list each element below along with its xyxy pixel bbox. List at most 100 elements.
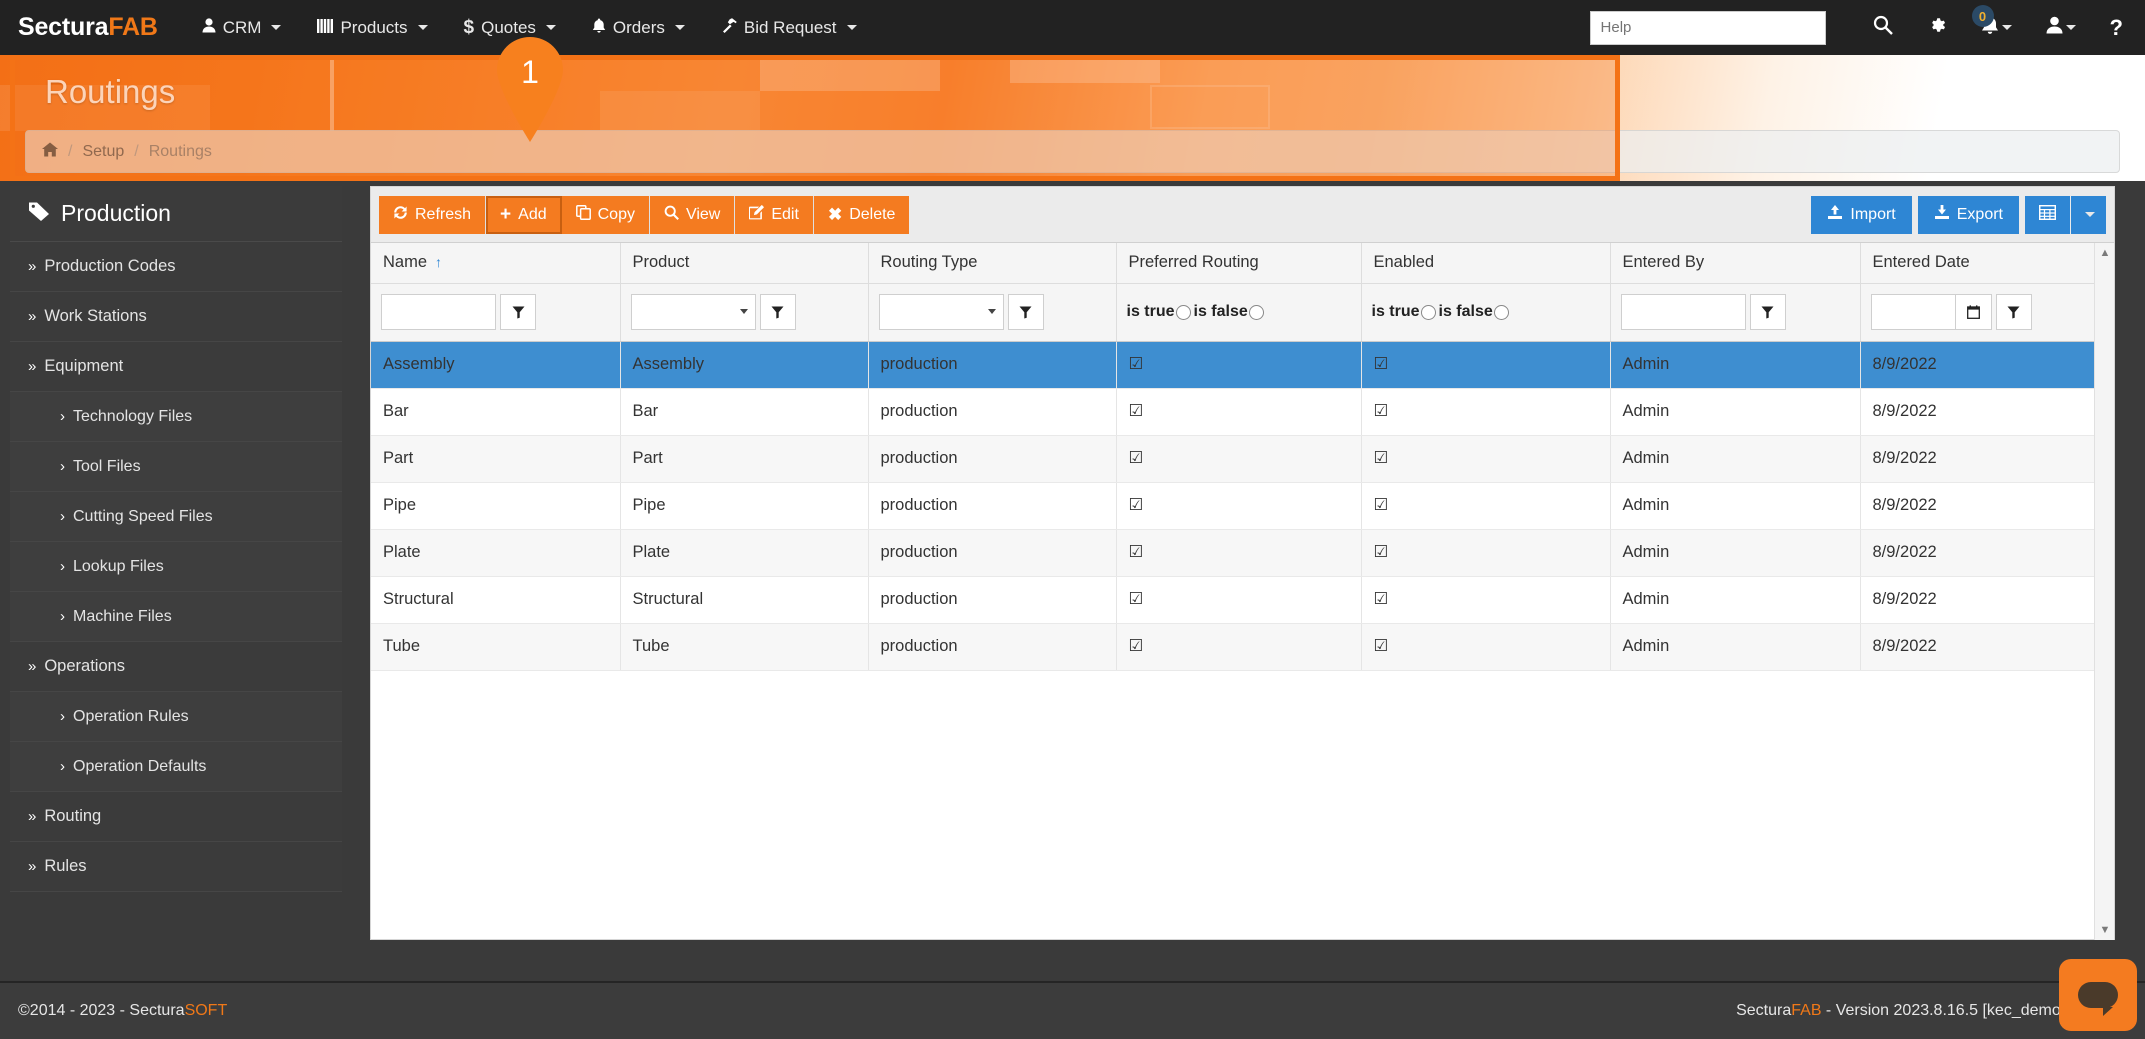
- cell-product: Part: [620, 435, 868, 482]
- sidebar-item-production-codes[interactable]: » Production Codes: [10, 242, 342, 292]
- column-header-product[interactable]: Product: [620, 243, 868, 283]
- copy-button-label: Copy: [598, 206, 635, 224]
- filter-true-label: is true: [1372, 303, 1420, 321]
- sidebar-item-machine-files[interactable]: › Machine Files: [10, 592, 342, 642]
- sidebar-item-technology-files[interactable]: › Technology Files: [10, 392, 342, 442]
- sidebar-item-lookup-files[interactable]: › Lookup Files: [10, 542, 342, 592]
- sidebar-item-operation-rules[interactable]: › Operation Rules: [10, 692, 342, 742]
- nav-menu-orders[interactable]: Orders: [574, 0, 703, 55]
- breadcrumb-item-setup[interactable]: Setup: [82, 143, 124, 161]
- filter-select-routing-type[interactable]: [879, 294, 1004, 330]
- scroll-up-arrow-icon[interactable]: ▲: [2095, 243, 2115, 263]
- table-row[interactable]: PartPartproduction☑☑Admin8/9/2022: [371, 435, 2096, 482]
- filter-menu-button-entered-date[interactable]: [1996, 294, 2032, 330]
- sidebar-item-equipment[interactable]: » Equipment: [10, 342, 342, 392]
- footer-version-prefix: Sectura: [1736, 1002, 1791, 1019]
- table-row[interactable]: TubeTubeproduction☑☑Admin8/9/2022: [371, 623, 2096, 670]
- chevron-double-right-icon: »: [28, 858, 36, 875]
- sidebar-item-operation-defaults[interactable]: › Operation Defaults: [10, 742, 342, 792]
- filter-select-product[interactable]: [631, 294, 756, 330]
- column-header-name[interactable]: Name↑: [371, 243, 620, 283]
- edit-pencil-icon: [749, 205, 764, 225]
- filter-input-entered-date[interactable]: [1871, 294, 1956, 330]
- sidebar-item-work-stations[interactable]: » Work Stations: [10, 292, 342, 342]
- scroll-down-arrow-icon[interactable]: ▼: [2095, 920, 2115, 940]
- table-row[interactable]: BarBarproduction☑☑Admin8/9/2022: [371, 388, 2096, 435]
- home-icon[interactable]: [42, 142, 58, 162]
- notifications-button[interactable]: 0: [1964, 0, 2029, 55]
- cell-routing-type: production: [868, 482, 1116, 529]
- cell-preferred-routing: ☑: [1116, 435, 1361, 482]
- sidebar-item-label: Work Stations: [44, 307, 146, 326]
- filter-menu-button-routing-type[interactable]: [1008, 294, 1044, 330]
- cell-preferred-routing: ☑: [1116, 388, 1361, 435]
- filter-radio-enabled-true[interactable]: [1421, 305, 1436, 320]
- sidebar-item-routing[interactable]: » Routing: [10, 792, 342, 842]
- export-button-label: Export: [1957, 206, 2003, 224]
- brand-logo[interactable]: SecturaFAB: [18, 13, 158, 42]
- view-button[interactable]: View: [650, 196, 735, 234]
- delete-button[interactable]: ✖ Delete: [814, 196, 910, 234]
- copy-button[interactable]: Copy: [562, 196, 650, 234]
- sidebar-item-rules[interactable]: » Rules: [10, 842, 342, 892]
- add-button[interactable]: + Add: [486, 196, 562, 234]
- nav-menu-crm[interactable]: CRM: [184, 0, 300, 55]
- grid-vertical-scrollbar[interactable]: ▲ ▼: [2094, 243, 2114, 940]
- filter-radio-preferred-true[interactable]: [1176, 305, 1191, 320]
- column-header-enabled[interactable]: Enabled: [1361, 243, 1610, 283]
- edit-button[interactable]: Edit: [735, 196, 814, 234]
- filter-menu-button-name[interactable]: [500, 294, 536, 330]
- calendar-picker-button[interactable]: [1956, 294, 1992, 330]
- nav-menu-bid-request[interactable]: Bid Request: [703, 0, 875, 55]
- column-header-entered-date[interactable]: Entered Date: [1860, 243, 2096, 283]
- cell-name: Bar: [371, 388, 620, 435]
- global-search-button[interactable]: [1856, 0, 1910, 55]
- sidebar-item-tool-files[interactable]: › Tool Files: [10, 442, 342, 492]
- sidebar-item-cutting-speed-files[interactable]: › Cutting Speed Files: [10, 492, 342, 542]
- filter-cell-routing-type: [868, 283, 1116, 341]
- settings-button[interactable]: [1910, 0, 1964, 55]
- user-account-button[interactable]: [2029, 0, 2093, 55]
- filter-radio-enabled-false[interactable]: [1494, 305, 1509, 320]
- chevron-right-icon: ›: [60, 558, 65, 575]
- chevron-double-right-icon: »: [28, 808, 36, 825]
- sidebar-item-operations[interactable]: » Operations: [10, 642, 342, 692]
- export-button[interactable]: Export: [1918, 196, 2019, 234]
- filter-input-entered-by[interactable]: [1621, 294, 1746, 330]
- filter-menu-button-product[interactable]: [760, 294, 796, 330]
- grid-layout-dropdown-button[interactable]: [2071, 196, 2106, 234]
- cell-routing-type: production: [868, 576, 1116, 623]
- page-header-banner: Routings / Setup / Routings: [0, 55, 2145, 181]
- cell-name: Structural: [371, 576, 620, 623]
- filter-cell-preferred-routing: is true is false: [1116, 283, 1361, 341]
- table-row[interactable]: PipePipeproduction☑☑Admin8/9/2022: [371, 482, 2096, 529]
- cell-name: Part: [371, 435, 620, 482]
- chevron-right-icon: ›: [60, 608, 65, 625]
- table-row[interactable]: StructuralStructuralproduction☑☑Admin8/9…: [371, 576, 2096, 623]
- help-button[interactable]: ?: [2093, 0, 2145, 55]
- header-texture-stripe: [760, 55, 940, 91]
- column-header-preferred-routing[interactable]: Preferred Routing: [1116, 243, 1361, 283]
- toolbar-right-group: Import Export: [1805, 196, 2106, 234]
- cell-product: Bar: [620, 388, 868, 435]
- column-header-routing-type[interactable]: Routing Type: [868, 243, 1116, 283]
- sidebar-item-label: Lookup Files: [73, 558, 164, 576]
- bars-icon: [317, 19, 333, 37]
- grid-layout-button[interactable]: [2025, 196, 2070, 234]
- column-header-entered-by[interactable]: Entered By: [1610, 243, 1860, 283]
- help-search-input[interactable]: [1590, 11, 1826, 45]
- filter-menu-button-entered-by[interactable]: [1750, 294, 1786, 330]
- import-button[interactable]: Import: [1811, 196, 1911, 234]
- filter-input-name[interactable]: [381, 294, 496, 330]
- footer-copyright-accent: SOFT: [185, 1002, 228, 1019]
- nav-menu-products[interactable]: Products: [299, 0, 445, 55]
- refresh-button[interactable]: Refresh: [379, 196, 486, 234]
- sidebar-item-label: Equipment: [44, 357, 123, 376]
- search-icon: [1873, 15, 1893, 41]
- table-row[interactable]: AssemblyAssemblyproduction☑☑Admin8/9/202…: [371, 341, 2096, 388]
- chevron-down-icon: [847, 25, 857, 30]
- chat-widget-button[interactable]: [2059, 959, 2137, 1031]
- filter-radio-preferred-false[interactable]: [1249, 305, 1264, 320]
- chevron-down-icon: [2066, 25, 2076, 30]
- table-row[interactable]: PlatePlateproduction☑☑Admin8/9/2022: [371, 529, 2096, 576]
